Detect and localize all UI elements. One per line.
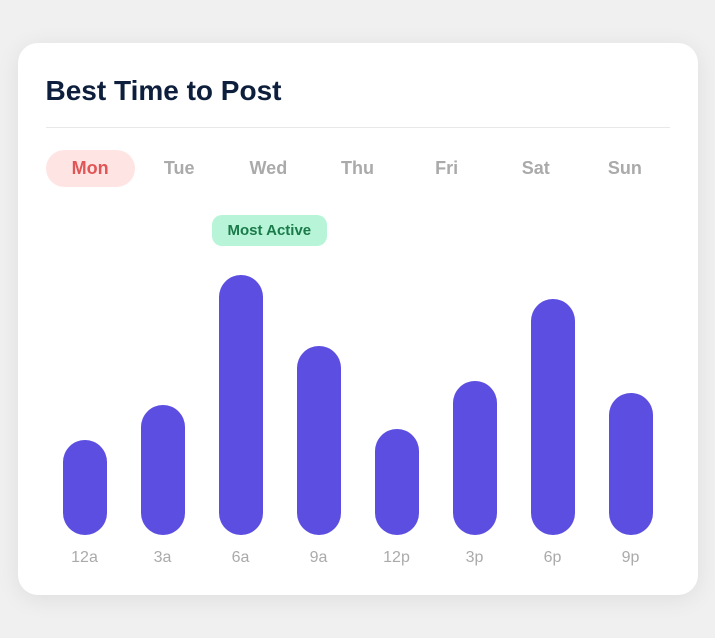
bar-col-6p [514,275,592,535]
bar-6a [219,275,263,535]
most-active-badge: Most Active [212,215,328,246]
day-tab-sat[interactable]: Sat [491,150,580,187]
time-label-9p: 9p [592,549,670,567]
bar-12a [63,440,107,535]
bar-col-9a [280,275,358,535]
bar-col-3p [436,275,514,535]
day-tab-fri[interactable]: Fri [402,150,491,187]
card: Best Time to Post MonTueWedThuFriSatSun … [18,43,698,595]
day-tab-sun[interactable]: Sun [580,150,669,187]
time-label-12p: 12p [358,549,436,567]
bar-col-9p [592,275,670,535]
time-labels: 12a3a6a9a12p3p6p9p [46,549,670,567]
bar-col-12p [358,275,436,535]
time-label-12a: 12a [46,549,124,567]
chart-area: Most Active 12a3a6a9a12p3p6p9p [46,215,670,567]
time-label-3p: 3p [436,549,514,567]
bar-12p [375,429,419,535]
time-label-6p: 6p [514,549,592,567]
time-label-3a: 3a [124,549,202,567]
divider [46,127,670,128]
day-tab-wed[interactable]: Wed [224,150,313,187]
time-label-9a: 9a [280,549,358,567]
bars-container [46,275,670,535]
day-tab-thu[interactable]: Thu [313,150,402,187]
bar-6p [531,299,575,535]
bar-3p [453,381,497,535]
day-tabs: MonTueWedThuFriSatSun [46,150,670,187]
page-title: Best Time to Post [46,75,670,107]
bar-9p [609,393,653,535]
bar-9a [297,346,341,535]
day-tab-mon[interactable]: Mon [46,150,135,187]
bar-col-3a [124,275,202,535]
bar-3a [141,405,185,535]
day-tab-tue[interactable]: Tue [135,150,224,187]
bar-col-6a [202,275,280,535]
bar-col-12a [46,275,124,535]
time-label-6a: 6a [202,549,280,567]
